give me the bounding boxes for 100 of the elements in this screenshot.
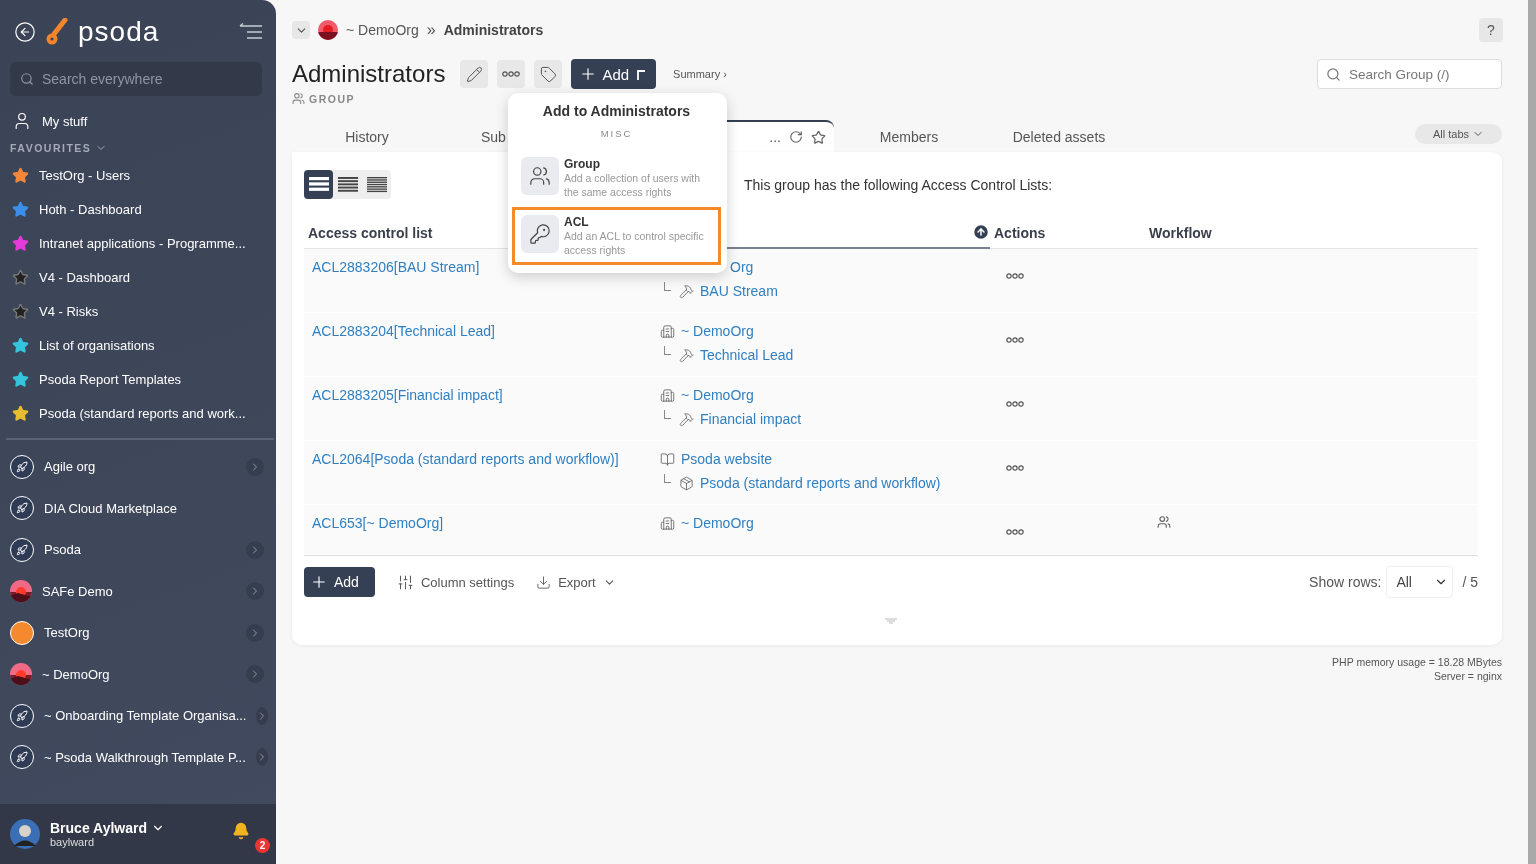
menu-title: Add to Administrators	[541, 103, 692, 119]
username: baylward	[50, 836, 96, 848]
organisation-item[interactable]: ~ Psoda Walkthrough Template P...	[0, 736, 276, 778]
group-icon	[1157, 515, 1171, 529]
actions-icon[interactable]	[1006, 464, 1024, 472]
breadcrumb-link[interactable]: ~ DemoOrg	[346, 22, 419, 38]
search-field[interactable]: Search Group (/)	[1317, 59, 1502, 89]
show-rows-label: Show rows:	[1309, 574, 1382, 590]
tag-button[interactable]	[534, 60, 563, 88]
building-icon	[660, 387, 675, 403]
hierarchy-link[interactable]: BAU Stream	[700, 283, 778, 299]
edit-button[interactable]	[460, 60, 489, 88]
acl-link[interactable]: ACL2883206[BAU Stream]	[312, 259, 480, 275]
resize-handle-icon[interactable]	[885, 618, 897, 624]
menu-item-description: Add a collection of users with the same access rights	[564, 171, 701, 199]
acl-link[interactable]: ACL2883204[Technical Lead]	[312, 323, 495, 339]
building-icon	[660, 515, 675, 531]
organisation-item[interactable]: SAFe Demo	[0, 570, 276, 612]
group-icon	[529, 165, 551, 187]
logo-icon	[46, 18, 68, 46]
hierarchy-link[interactable]: ~ DemoOrg	[681, 323, 754, 339]
actions-icon[interactable]	[1006, 336, 1024, 344]
page-title: Administrators	[292, 60, 446, 88]
add-button[interactable]: Add	[571, 59, 657, 89]
notification-count: 2	[255, 838, 270, 853]
hierarchy-link[interactable]: Financial impact	[700, 411, 802, 427]
favourite-item[interactable]: Intranet applications - Programme...	[0, 226, 276, 260]
favourite-item[interactable]: List of organisations	[0, 328, 276, 362]
scrollbar[interactable]	[1528, 0, 1536, 864]
summary-link[interactable]: Summary ›	[673, 68, 727, 80]
menu-item-title: Group	[564, 157, 601, 171]
star-icon[interactable]	[811, 129, 826, 145]
user-name[interactable]: Bruce Aylward	[50, 820, 147, 836]
lines-icon	[337, 176, 358, 193]
avatar[interactable]	[10, 819, 40, 849]
pencil-icon	[465, 65, 483, 83]
group-icon	[292, 92, 305, 105]
hierarchy-link[interactable]: ~ DemoOrg	[681, 515, 754, 531]
favourite-item[interactable]: Psoda Report Templates	[0, 362, 276, 396]
hierarchy-link[interactable]: Psoda website	[681, 451, 773, 467]
hierarchy-link[interactable]: Org	[730, 259, 754, 275]
more-button[interactable]	[497, 60, 526, 88]
add-button[interactable]: Add	[304, 567, 375, 597]
menu-icon[interactable]	[238, 23, 264, 41]
hierarchy-link[interactable]: Psoda (standard reports and workflow)	[700, 475, 941, 491]
back-icon[interactable]	[14, 21, 36, 43]
hierarchy-link[interactable]: Technical Lead	[700, 347, 794, 363]
view-mode-button[interactable]	[304, 170, 333, 199]
sidebar-item[interactable]: My stuff	[0, 104, 276, 138]
sliders-icon	[396, 573, 414, 591]
search-icon	[20, 72, 34, 86]
bell-icon[interactable]	[232, 822, 250, 840]
tab[interactable]: Deleted assets	[984, 122, 1134, 152]
actions-icon[interactable]	[1006, 528, 1024, 536]
tag-icon	[539, 65, 557, 83]
menu-item[interactable]: ACL Add an ACL to control specific access rights	[512, 207, 721, 265]
help-button[interactable]: ?	[1479, 18, 1503, 42]
lines-icon	[308, 176, 329, 193]
tab[interactable]: History	[292, 122, 442, 152]
favourite-item[interactable]: V4 - Risks	[0, 294, 276, 328]
hammer-icon	[679, 283, 694, 299]
favourite-item[interactable]: V4 - Dashboard	[0, 260, 276, 294]
organisation-item[interactable]: ~ DemoOrg	[0, 653, 276, 695]
breadcrumb-current: Administrators	[443, 22, 544, 38]
dots-icon[interactable]	[502, 70, 521, 78]
plus-icon	[310, 573, 328, 591]
search-field[interactable]: Search everywhere	[10, 62, 262, 96]
menu-item[interactable]: Group Add a collection of users with the same access rights	[512, 149, 721, 207]
favourite-item[interactable]: TestOrg - Users	[0, 158, 276, 192]
organisation-item[interactable]: Agile org	[0, 446, 276, 488]
menu-section-heading: MISC	[599, 128, 634, 139]
acl-link[interactable]: ACL2883205[Financial impact]	[312, 387, 503, 403]
organisation-icon	[10, 620, 34, 645]
actions-icon[interactable]	[1006, 400, 1024, 408]
tab[interactable]: Members	[834, 122, 984, 152]
acl-link[interactable]: ACL653[~ DemoOrg]	[312, 515, 444, 531]
refresh-icon[interactable]	[789, 130, 803, 144]
column-settings-button[interactable]: Column settings	[396, 573, 515, 591]
organisation-item[interactable]: TestOrg	[0, 612, 276, 654]
row-total: / 5	[1462, 574, 1478, 590]
rocket-icon	[10, 496, 34, 521]
rows-select[interactable]: All	[1386, 566, 1454, 598]
all-tabs-button[interactable]: All tabs	[1414, 124, 1502, 144]
organisation-item[interactable]: DIA Cloud Marketplace	[0, 487, 276, 529]
actions-icon[interactable]	[1006, 272, 1024, 280]
menu-item-title: ACL	[564, 215, 590, 229]
lines-icon	[366, 176, 387, 193]
rocket-icon	[10, 454, 34, 479]
organisation-item[interactable]: Psoda	[0, 529, 276, 571]
export-button[interactable]: Export	[536, 574, 616, 590]
acl-link[interactable]: ACL2064[Psoda (standard reports and workflow)]	[312, 451, 619, 467]
organisation-item[interactable]: ~ Onboarding Template Organisa...	[0, 695, 276, 737]
hierarchy-link[interactable]: ~ DemoOrg	[681, 387, 754, 403]
key-icon	[529, 223, 551, 245]
favourite-item[interactable]: Hoth - Dashboard	[0, 192, 276, 226]
sort-icon[interactable]	[972, 223, 990, 241]
dropdown-toggle[interactable]	[292, 21, 310, 39]
favourite-item[interactable]: Psoda (standard reports and work...	[0, 396, 276, 430]
logo-text: psoda	[78, 16, 161, 48]
server-info: Server = nginx	[1433, 669, 1502, 683]
